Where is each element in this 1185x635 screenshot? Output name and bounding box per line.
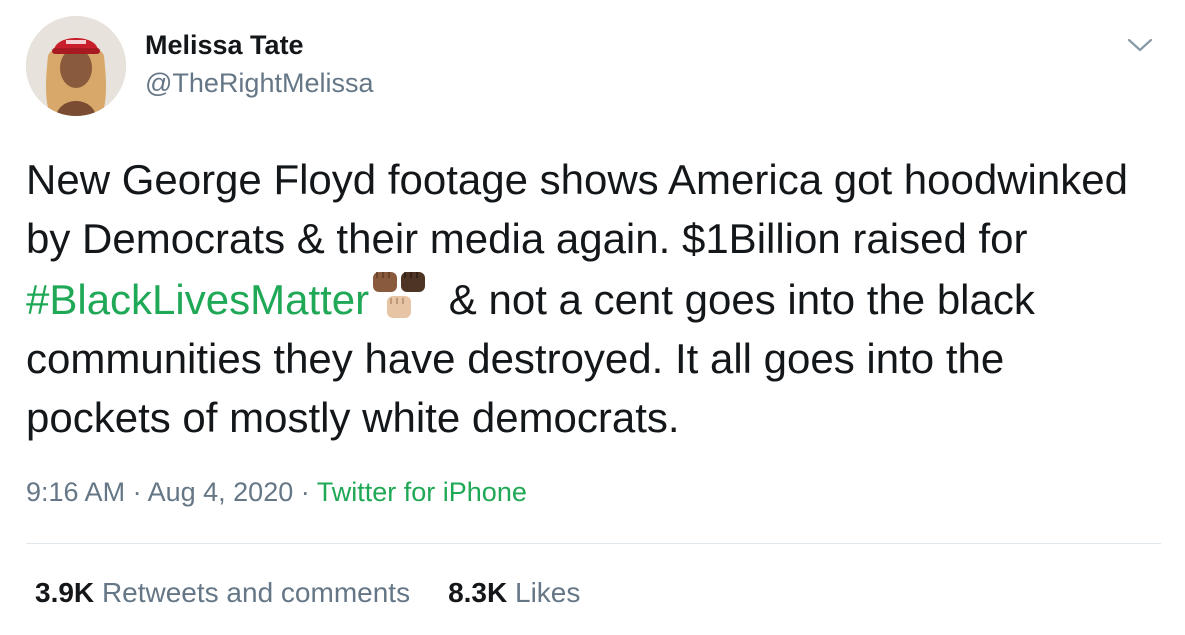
- tweet-date[interactable]: Aug 4, 2020: [148, 477, 294, 507]
- retweets-stat[interactable]: 3.9K Retweets and comments: [35, 577, 410, 608]
- tweet-meta: 9:16 AM · Aug 4, 2020 · Twitter for iPho…: [26, 477, 527, 508]
- meta-separator: ·: [132, 477, 142, 507]
- display-name[interactable]: Melissa Tate: [145, 30, 304, 61]
- likes-stat[interactable]: 8.3K Likes: [448, 577, 580, 608]
- retweets-count: 3.9K: [35, 577, 95, 608]
- meta-separator: ·: [300, 477, 310, 507]
- tweet-source-link[interactable]: Twitter for iPhone: [317, 477, 527, 507]
- tweet-card: Melissa Tate @TheRightMelissa New George…: [0, 0, 1185, 635]
- tweet-text: New George Floyd footage shows America g…: [26, 150, 1146, 447]
- likes-label: Likes: [515, 577, 581, 608]
- divider: [26, 543, 1161, 544]
- retweets-label: Retweets and comments: [101, 577, 411, 608]
- tweet-text-part-1: New George Floyd footage shows America g…: [26, 156, 1128, 262]
- raised-fists-emoji-icon: [369, 268, 431, 322]
- tweet-stats: 3.9K Retweets and comments 8.3K Likes: [35, 577, 580, 609]
- likes-count: 8.3K: [448, 577, 508, 608]
- avatar[interactable]: [26, 16, 126, 116]
- user-handle[interactable]: @TheRightMelissa: [145, 68, 374, 99]
- hashtag-link[interactable]: #BlackLivesMatter: [26, 276, 369, 323]
- tweet-time[interactable]: 9:16 AM: [26, 477, 125, 507]
- chevron-down-icon[interactable]: [1125, 30, 1155, 60]
